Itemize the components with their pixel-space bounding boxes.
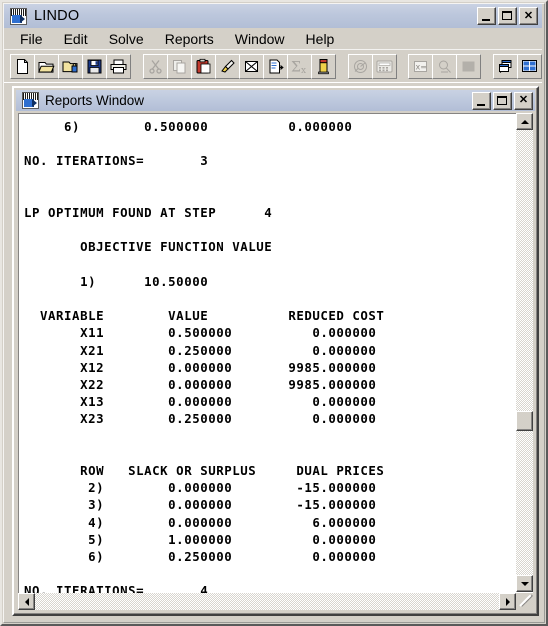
scroll-down-button[interactable] bbox=[516, 575, 533, 592]
print-button[interactable] bbox=[106, 53, 131, 79]
report-output-text: 6) 0.500000 0.000000 NO. ITERATIONS= 3 L… bbox=[24, 119, 385, 599]
printer-icon bbox=[110, 59, 127, 73]
magnifier-icon bbox=[439, 60, 452, 73]
reports-close-button[interactable]: ✕ bbox=[514, 91, 533, 110]
scroll-right-button[interactable] bbox=[499, 593, 516, 610]
toolbar: Σ x x= bbox=[4, 50, 542, 83]
lindo-app-icon bbox=[10, 7, 27, 25]
tile-windows-icon bbox=[522, 59, 537, 72]
open-file-button[interactable] bbox=[34, 53, 59, 79]
reports-maximize-button[interactable] bbox=[493, 91, 512, 110]
application-title-bar[interactable]: LINDO ✕ bbox=[4, 4, 542, 28]
new-document-icon bbox=[17, 58, 28, 74]
scroll-up-arrow bbox=[520, 119, 529, 124]
paste-button[interactable] bbox=[190, 53, 216, 79]
compile-button[interactable] bbox=[347, 53, 373, 79]
highlight-button[interactable] bbox=[214, 53, 240, 79]
svg-text:x=: x= bbox=[416, 62, 427, 71]
clipboard-icon bbox=[196, 58, 211, 73]
cascade-windows-icon bbox=[499, 59, 512, 73]
scroll-left-arrow bbox=[24, 597, 29, 606]
toolbar-group-compile bbox=[342, 53, 397, 79]
sigma-icon: Σ x bbox=[291, 59, 306, 75]
solve-x-button[interactable]: x= bbox=[408, 53, 434, 79]
document-arrow-icon bbox=[269, 59, 284, 73]
reports-window-controls: ✕ bbox=[472, 91, 533, 110]
horizontal-scrollbar[interactable] bbox=[18, 593, 516, 610]
scroll-right-arrow bbox=[505, 597, 510, 606]
radar-icon bbox=[353, 59, 367, 73]
copy-button[interactable] bbox=[166, 53, 192, 79]
maximize-button[interactable] bbox=[498, 7, 517, 25]
svg-text:x: x bbox=[301, 66, 306, 75]
open-library-button[interactable] bbox=[58, 53, 83, 79]
magnify-button[interactable] bbox=[432, 53, 458, 79]
menu-item-solve[interactable]: Solve bbox=[100, 30, 153, 48]
calculator-icon bbox=[376, 60, 392, 72]
menu-item-file[interactable]: File bbox=[11, 30, 52, 48]
floppy-disk-icon bbox=[87, 59, 102, 73]
copy-pages-icon bbox=[172, 59, 186, 73]
menu-item-window[interactable]: Window bbox=[226, 30, 294, 48]
toolbar-group-windows bbox=[487, 53, 542, 79]
scroll-down-arrow bbox=[520, 581, 529, 586]
reports-window-title: Reports Window bbox=[45, 93, 145, 108]
calculator-button[interactable] bbox=[371, 53, 397, 79]
traffic-light-icon bbox=[317, 58, 329, 74]
sum-button[interactable]: Σ x bbox=[286, 53, 312, 79]
toolbar-group-misc: x= bbox=[402, 53, 482, 79]
vertical-scrollbar[interactable] bbox=[516, 113, 533, 592]
lindo-application-window: LINDO ✕ File Edit Solve Reports Window H… bbox=[0, 0, 548, 626]
cut-button[interactable] bbox=[142, 53, 168, 79]
window-controls: ✕ bbox=[477, 7, 538, 25]
menu-bar: File Edit Solve Reports Window Help bbox=[4, 28, 542, 50]
blank-square-icon bbox=[462, 61, 475, 71]
svg-text:Σ: Σ bbox=[291, 59, 301, 75]
minimize-button[interactable] bbox=[477, 7, 496, 25]
select-all-button[interactable] bbox=[238, 53, 264, 79]
tile-windows-button[interactable] bbox=[517, 53, 542, 79]
lindo-app-icon bbox=[22, 92, 39, 109]
report-button[interactable] bbox=[262, 53, 288, 79]
menu-item-edit[interactable]: Edit bbox=[55, 30, 97, 48]
resize-grip[interactable] bbox=[516, 593, 533, 610]
crossed-box-icon bbox=[244, 60, 258, 72]
menu-item-help[interactable]: Help bbox=[297, 30, 344, 48]
reports-window: Reports Window ✕ 6) 0.500000 0.000000 NO… bbox=[12, 86, 539, 616]
scroll-up-button[interactable] bbox=[516, 113, 533, 130]
folder-lock-icon bbox=[62, 61, 78, 72]
toolbar-group-file bbox=[4, 53, 131, 79]
report-text-area[interactable]: 6) 0.500000 0.000000 NO. ITERATIONS= 3 L… bbox=[18, 113, 533, 609]
reports-minimize-button[interactable] bbox=[472, 91, 491, 110]
solve-button[interactable] bbox=[310, 53, 336, 79]
toolbar-group-edit: Σ x bbox=[137, 53, 336, 79]
application-title: LINDO bbox=[34, 8, 80, 24]
scroll-left-button[interactable] bbox=[18, 593, 35, 610]
blank-button[interactable] bbox=[456, 53, 482, 79]
save-button[interactable] bbox=[82, 53, 107, 79]
brush-icon bbox=[220, 59, 235, 73]
close-button[interactable]: ✕ bbox=[519, 7, 538, 25]
x-equals-icon: x= bbox=[414, 60, 428, 72]
reports-window-title-bar[interactable]: Reports Window ✕ bbox=[16, 90, 535, 111]
menu-item-reports[interactable]: Reports bbox=[156, 30, 223, 48]
vertical-scroll-thumb[interactable] bbox=[516, 411, 533, 431]
open-folder-icon bbox=[38, 61, 55, 73]
scissors-icon bbox=[149, 59, 162, 74]
new-document-button[interactable] bbox=[10, 53, 35, 79]
cascade-windows-button[interactable] bbox=[493, 53, 518, 79]
